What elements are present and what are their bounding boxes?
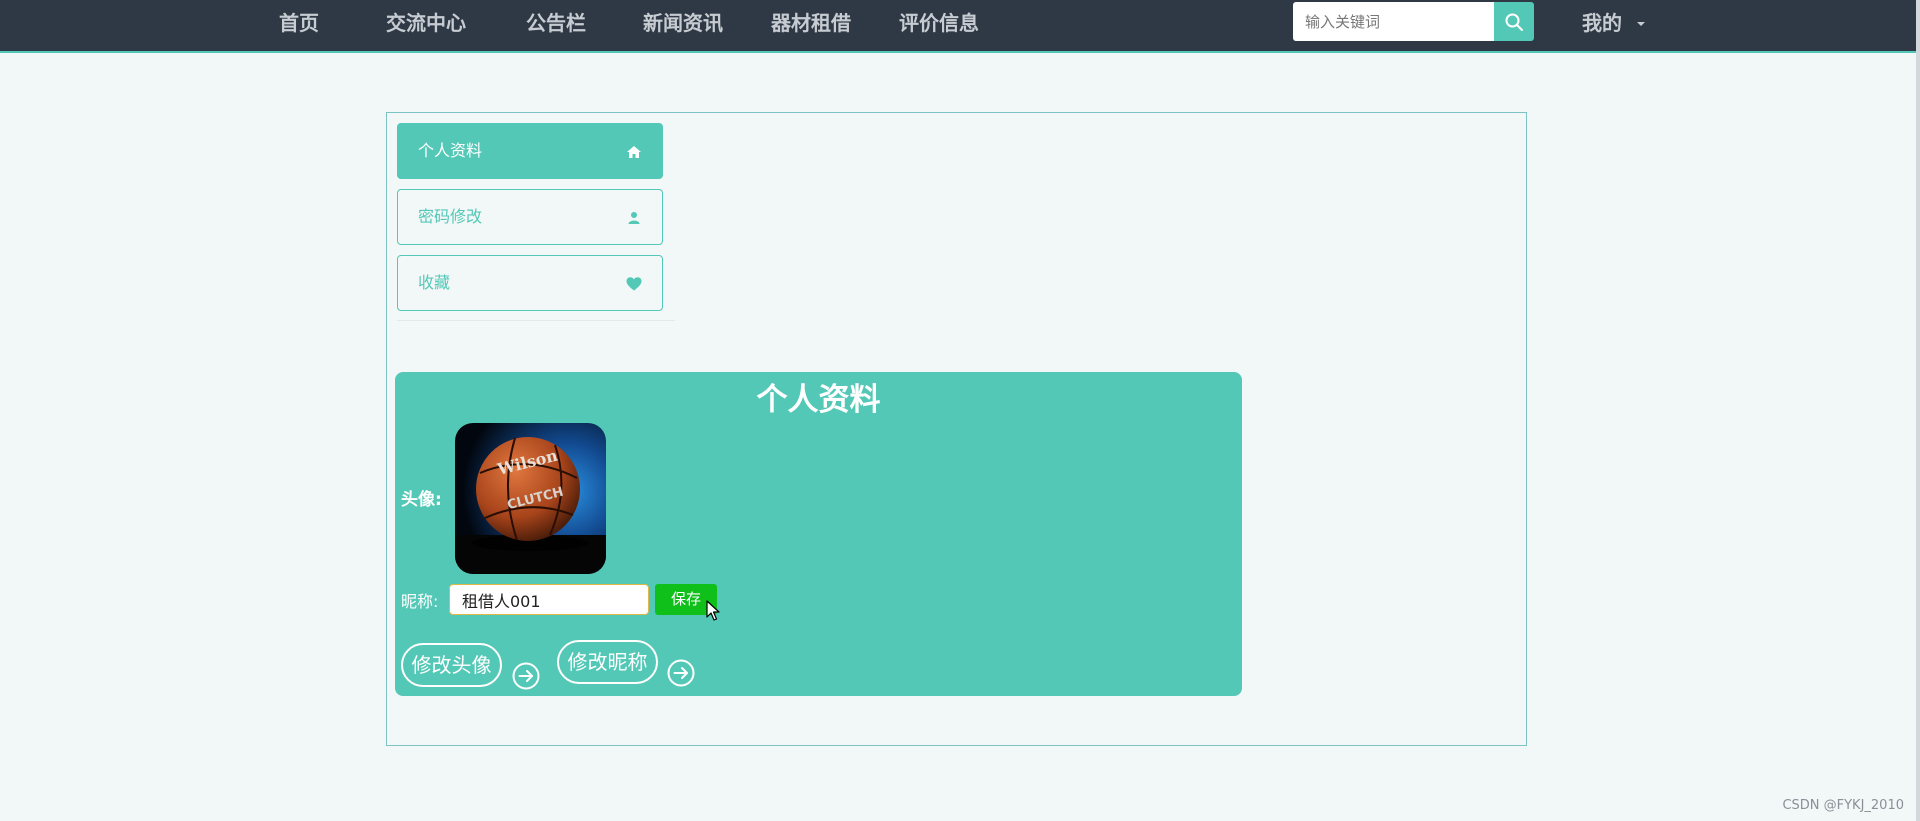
heart-icon (626, 277, 642, 291)
sidebar-item-profile[interactable]: 个人资料 (397, 123, 663, 179)
sidebar-item-label: 收藏 (418, 273, 451, 292)
arrow-right-icon[interactable] (512, 662, 540, 690)
mine-dropdown[interactable]: 我的 (1582, 11, 1622, 35)
sidebar-item-label: 密码修改 (418, 207, 483, 226)
search-icon (1505, 13, 1523, 31)
divider (397, 320, 675, 321)
arrow-right-icon[interactable] (667, 659, 695, 687)
nav-equipment-rental[interactable]: 器材租借 (771, 11, 851, 35)
nickname-label: 昵称: (401, 592, 439, 611)
nav-reviews[interactable]: 评价信息 (899, 11, 979, 35)
nav-news[interactable]: 新闻资讯 (643, 11, 723, 35)
watermark: CSDN @FYKJ_2010 (1782, 798, 1904, 813)
avatar-label: 头像: (401, 490, 442, 510)
nav-communication[interactable]: 交流中心 (386, 11, 466, 35)
sidebar-item-label: 个人资料 (418, 141, 483, 160)
search-input[interactable] (1293, 2, 1494, 41)
nickname-input[interactable] (449, 584, 649, 615)
home-icon (627, 146, 641, 158)
change-nickname-button[interactable]: 修改昵称 (557, 640, 658, 684)
top-navbar: 首页 交流中心 公告栏 新闻资讯 器材租借 评价信息 我的 (0, 0, 1916, 53)
sidebar-item-favorites[interactable]: 收藏 (397, 255, 663, 311)
avatar[interactable]: Wilson CLUTCH (455, 423, 606, 574)
chevron-down-icon (1637, 22, 1645, 26)
mouse-cursor-icon (706, 600, 720, 621)
search-button[interactable] (1494, 2, 1534, 41)
nav-home[interactable]: 首页 (279, 11, 319, 35)
sidebar-item-password[interactable]: 密码修改 (397, 189, 663, 245)
panel-title: 个人资料 (756, 382, 881, 418)
basketball-avatar-image: Wilson CLUTCH (455, 423, 606, 574)
change-avatar-button[interactable]: 修改头像 (401, 643, 502, 687)
profile-panel: 个人资料 头像: Wilson CLUTCH 昵称: 租借人001 保存 修改头… (395, 372, 1242, 696)
nav-bulletin[interactable]: 公告栏 (526, 11, 586, 35)
user-icon (628, 212, 640, 224)
scrollbar[interactable] (1916, 0, 1920, 821)
